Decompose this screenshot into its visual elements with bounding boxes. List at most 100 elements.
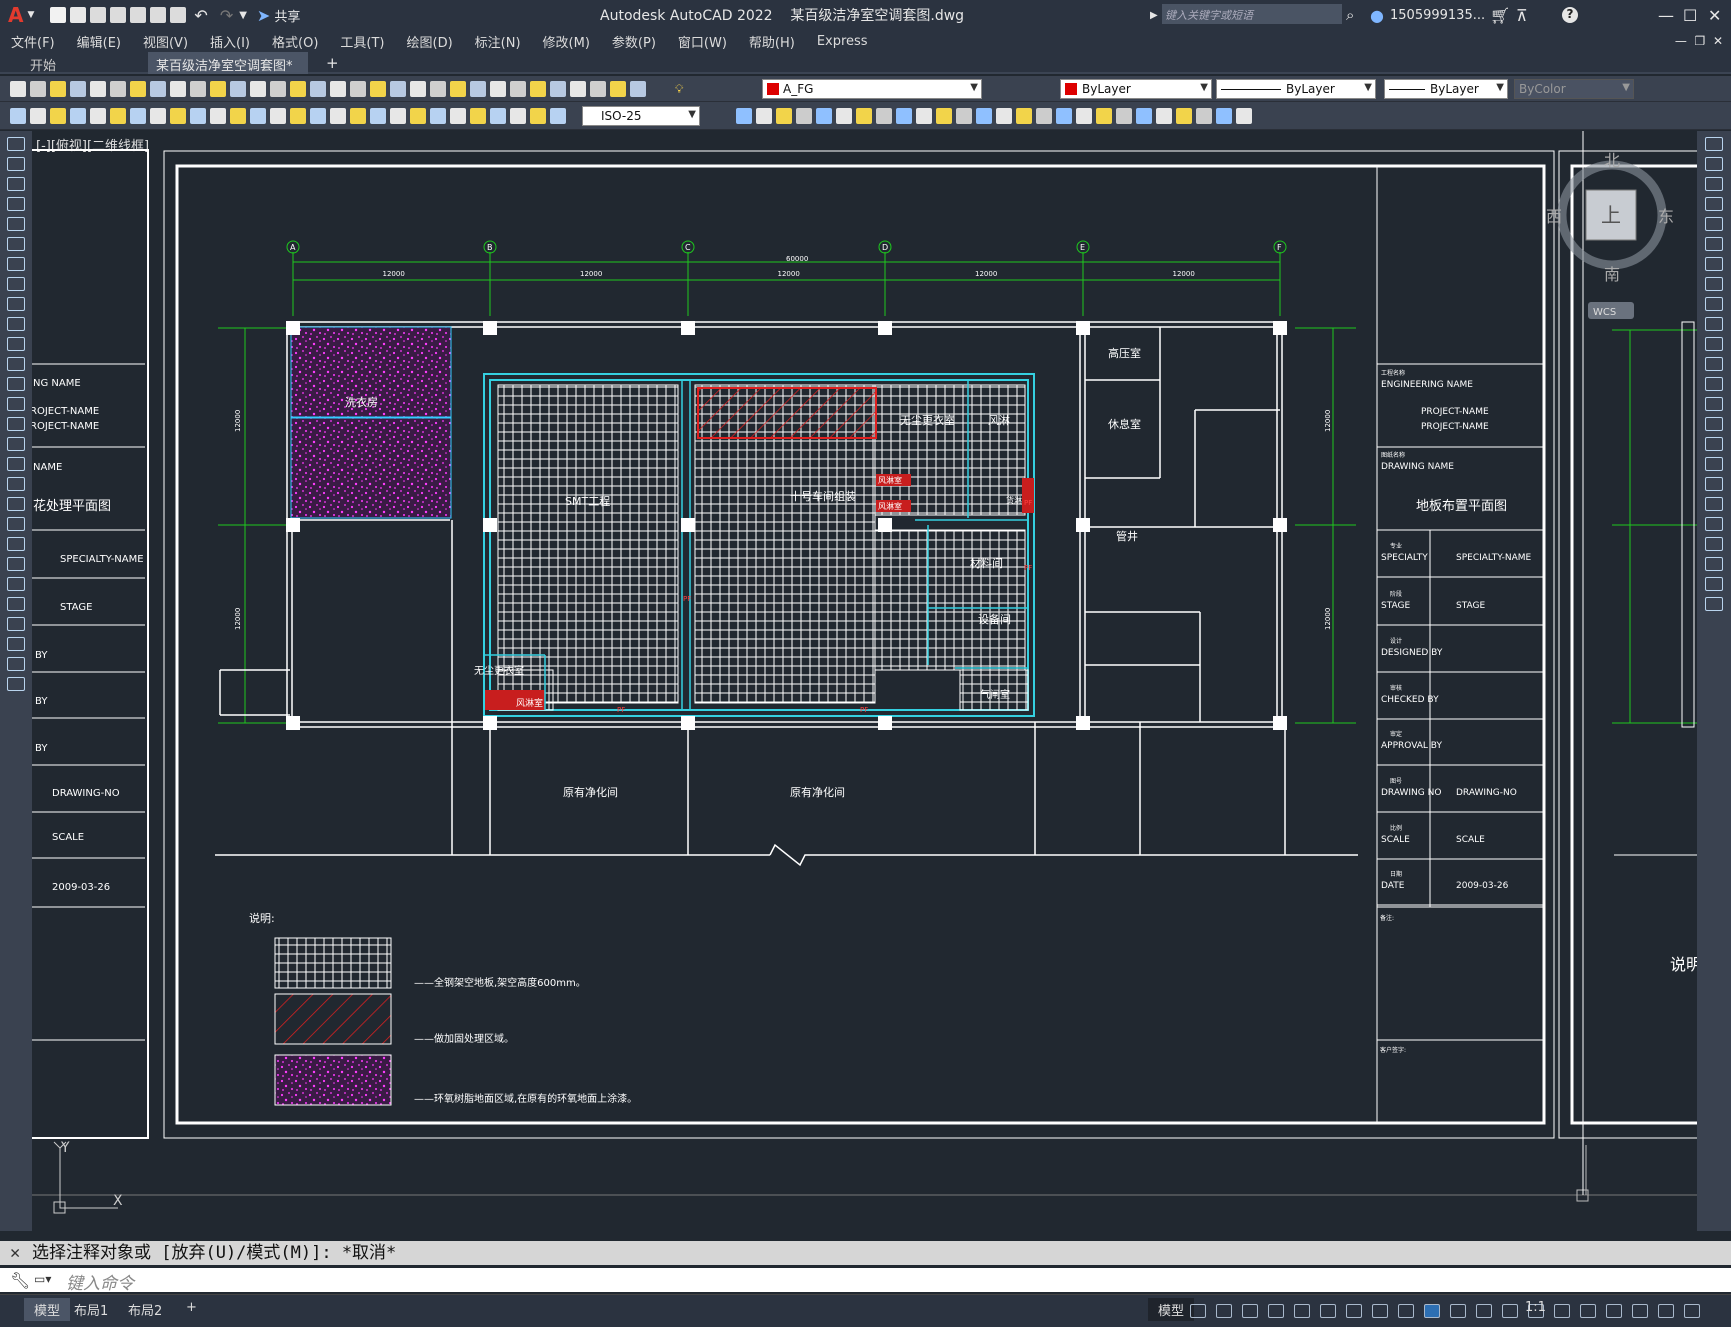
toolbar-tool-icon[interactable]	[390, 81, 406, 97]
draw-tool-icon[interactable]	[7, 557, 25, 571]
redo-icon[interactable]: ↷	[220, 6, 233, 25]
menu-dimension[interactable]: 标注(N)	[475, 32, 521, 51]
modify-tool-icon[interactable]	[1705, 337, 1723, 351]
draw-tool-icon[interactable]	[7, 457, 25, 471]
status-toggle-icon[interactable]	[1268, 1304, 1284, 1318]
menu-format[interactable]: 格式(O)	[272, 32, 318, 51]
modify-tool-icon[interactable]	[1705, 457, 1723, 471]
viewcube-east[interactable]: 东	[1658, 207, 1674, 226]
dimension-tool-icon[interactable]	[510, 108, 526, 124]
draw-tool-icon[interactable]	[7, 417, 25, 431]
dimension-tool-icon[interactable]	[190, 108, 206, 124]
draw-tool-icon[interactable]	[7, 477, 25, 491]
modify-tool-icon[interactable]	[1076, 108, 1092, 124]
modify-tool-icon[interactable]	[1705, 277, 1723, 291]
dimension-tool-icon[interactable]	[330, 108, 346, 124]
toolbar-tool-icon[interactable]	[530, 81, 546, 97]
minimize-button[interactable]: —	[1658, 6, 1674, 25]
customize-cmd-icon[interactable]: 🔧︎	[10, 1271, 30, 1290]
recent-commands-icon[interactable]: ▭▾	[34, 1272, 51, 1286]
toolbar-tool-icon[interactable]	[190, 81, 206, 97]
status-toggle-icon[interactable]	[1216, 1304, 1232, 1318]
modify-tool-icon[interactable]	[996, 108, 1012, 124]
modify-tool-icon[interactable]	[1705, 397, 1723, 411]
model-space-canvas[interactable]: [-][俯视][二维线框] NG NAME ROJECT-NAME ROJECT…	[32, 131, 1697, 1231]
status-toggle-icon[interactable]	[1580, 1304, 1596, 1318]
menu-help[interactable]: 帮助(H)	[749, 32, 795, 51]
autocad-logo-icon[interactable]: A	[8, 3, 23, 27]
tab-start[interactable]: 开始	[30, 55, 56, 74]
linetype-dropdown[interactable]: ByLayer ▼	[1216, 79, 1376, 99]
save-icon[interactable]	[90, 7, 107, 23]
draw-tool-icon[interactable]	[7, 377, 25, 391]
modify-tool-icon[interactable]	[1705, 357, 1723, 371]
menu-edit[interactable]: 编辑(E)	[77, 32, 121, 51]
tab-layout1[interactable]: 布局1	[64, 1298, 118, 1321]
dimension-tool-icon[interactable]	[390, 108, 406, 124]
menu-view[interactable]: 视图(V)	[143, 32, 188, 51]
toolbar-tool-icon[interactable]	[450, 81, 466, 97]
draw-tool-icon[interactable]	[7, 197, 25, 211]
draw-tool-icon[interactable]	[7, 357, 25, 371]
menu-express[interactable]: Express	[817, 34, 868, 49]
menu-tools[interactable]: 工具(T)	[340, 32, 384, 51]
modify-tool-icon[interactable]	[1096, 108, 1112, 124]
draw-tool-icon[interactable]	[7, 437, 25, 451]
status-toggle-icon[interactable]	[1450, 1304, 1466, 1318]
modify-tool-icon[interactable]	[1705, 197, 1723, 211]
dimension-tool-icon[interactable]	[450, 108, 466, 124]
viewport-controls-label[interactable]: [-][俯视][二维线框]	[36, 138, 149, 154]
modify-tool-icon[interactable]	[956, 108, 972, 124]
toolbar-tool-icon[interactable]	[370, 81, 386, 97]
dimension-tool-icon[interactable]	[370, 108, 386, 124]
draw-tool-icon[interactable]	[7, 317, 25, 331]
draw-tool-icon[interactable]	[7, 337, 25, 351]
dimension-tool-icon[interactable]	[10, 108, 26, 124]
modify-tool-icon[interactable]	[776, 108, 792, 124]
color-dropdown[interactable]: ByLayer ▼	[1060, 79, 1212, 99]
dimension-tool-icon[interactable]	[70, 108, 86, 124]
share-icon[interactable]: ➤	[257, 6, 270, 25]
menu-modify[interactable]: 修改(M)	[543, 32, 590, 51]
autodesk-app-icon[interactable]: ⊼	[1516, 6, 1528, 25]
modify-tool-icon[interactable]	[796, 108, 812, 124]
modify-tool-icon[interactable]	[1196, 108, 1212, 124]
draw-tool-icon[interactable]	[7, 537, 25, 551]
modify-tool-icon[interactable]	[1705, 177, 1723, 191]
modify-tool-icon[interactable]	[1136, 108, 1152, 124]
modify-tool-icon[interactable]	[756, 108, 772, 124]
undo-icon[interactable]: ↶	[194, 6, 207, 25]
toolbar-tool-icon[interactable]	[470, 81, 486, 97]
draw-tool-icon[interactable]	[7, 177, 25, 191]
modify-tool-icon[interactable]	[1705, 317, 1723, 331]
draw-tool-icon[interactable]	[7, 657, 25, 671]
dimension-tool-icon[interactable]	[170, 108, 186, 124]
dimension-tool-icon[interactable]	[230, 108, 246, 124]
status-toggle-icon[interactable]	[1294, 1304, 1310, 1318]
search-expand-icon[interactable]: ▶	[1150, 10, 1158, 21]
dimension-tool-icon[interactable]	[30, 108, 46, 124]
modify-tool-icon[interactable]	[1705, 537, 1723, 551]
dimension-tool-icon[interactable]	[350, 108, 366, 124]
toolbar-tool-icon[interactable]	[50, 81, 66, 97]
user-icon[interactable]: ●	[1370, 6, 1384, 25]
draw-tool-icon[interactable]	[7, 617, 25, 631]
viewcube[interactable]: 上 北 南 东 西 WCS	[1546, 151, 1674, 319]
modify-tool-icon[interactable]	[856, 108, 872, 124]
toolbar-tool-icon[interactable]	[70, 81, 86, 97]
modify-tool-icon[interactable]	[1705, 157, 1723, 171]
draw-tool-icon[interactable]	[7, 157, 25, 171]
dimstyle-dropdown[interactable]: ISO-25 ▼	[582, 106, 700, 126]
dimension-tool-icon[interactable]	[430, 108, 446, 124]
search-input[interactable]: 键入关键字或短语	[1162, 4, 1342, 24]
status-toggle-icon[interactable]	[1606, 1304, 1622, 1318]
save-web-icon[interactable]	[150, 7, 167, 23]
app-menu-dropdown-icon[interactable]: ▼	[27, 10, 34, 20]
draw-tool-icon[interactable]	[7, 277, 25, 291]
modify-tool-icon[interactable]	[976, 108, 992, 124]
draw-tool-icon[interactable]	[7, 257, 25, 271]
status-toggle-icon[interactable]	[1242, 1304, 1258, 1318]
plot-icon[interactable]	[170, 7, 187, 23]
add-layout-icon[interactable]: +	[176, 1298, 207, 1317]
help-icon[interactable]: ?	[1562, 7, 1578, 23]
